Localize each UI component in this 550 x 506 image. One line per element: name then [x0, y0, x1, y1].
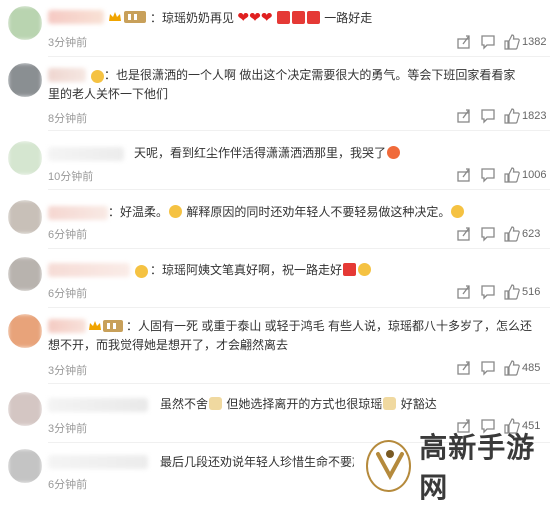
comment-text: ：人固有一死 或重于泰山 或轻于鸿毛 有些人说，琼瑶都八十多岁了，怎么还想不开，… [48, 319, 533, 352]
like-icon[interactable] [504, 34, 520, 50]
username-blurred[interactable] [48, 398, 148, 412]
share-icon[interactable] [456, 360, 472, 376]
level-badge-icon [124, 11, 146, 23]
username-blurred[interactable] [48, 263, 130, 277]
like-icon[interactable] [504, 226, 520, 242]
comment-item: ：琼瑶阿姨文笔真好啊，祝一路走好 6分钟前 516 [0, 249, 550, 304]
comment-text: ：也是很潇洒的一个人啊 做出这个决定需要很大的勇气。等会下班回家看看家里的老人关… [48, 68, 516, 101]
like-icon[interactable] [504, 284, 520, 300]
like-count: 1006 [522, 169, 547, 181]
dog-face-icon [383, 397, 397, 410]
comment-text: ：琼瑶阿姨文笔真好啊，祝一路走好 [150, 261, 520, 280]
like-icon[interactable] [504, 167, 520, 183]
tearful-face-icon [358, 263, 372, 276]
comment-item: 天呢，看到红尘作伴活得潇潇洒洒那里，我哭了 10分钟前 1006 [0, 131, 550, 186]
timestamp: 3分钟前 [48, 365, 88, 377]
comment-text: 最后几段还劝说年轻人珍惜生命不要放弃 [160, 455, 354, 469]
like-count: 623 [522, 228, 541, 240]
comment-icon[interactable] [480, 226, 496, 242]
comment-icon[interactable] [480, 360, 496, 376]
watermark: 高新手游网 [366, 431, 544, 504]
avatar[interactable] [8, 449, 42, 483]
crying-face-icon [387, 146, 401, 159]
timestamp: 10分钟前 [48, 171, 94, 183]
username-blurred[interactable] [48, 206, 108, 220]
comment-icon[interactable] [480, 167, 496, 183]
vip-crown-icon [109, 12, 121, 21]
share-icon[interactable] [456, 226, 472, 242]
timestamp: 8分钟前 [48, 113, 88, 125]
watermark-logo-icon [366, 440, 412, 492]
avatar[interactable] [8, 141, 42, 175]
candle-icon [343, 263, 357, 276]
avatar[interactable] [8, 6, 42, 40]
heart-icon: ❤ [237, 9, 250, 25]
comment-icon[interactable] [480, 108, 496, 124]
comment-text: ：好温柔。 解释原因的同时还劝年轻人不要轻易做这种决定。 [108, 203, 520, 222]
comment-item: ：琼瑶奶奶再见 ❤❤❤ 一路好走 3分钟前 1382 [0, 0, 550, 55]
timestamp: 3分钟前 [48, 37, 88, 49]
dog-face-icon [209, 397, 223, 410]
timestamp: 6分钟前 [48, 288, 88, 300]
avatar[interactable] [8, 200, 42, 234]
share-icon[interactable] [456, 34, 472, 50]
like-icon[interactable] [504, 108, 520, 124]
like-count: 1823 [522, 110, 547, 122]
username-blurred[interactable] [48, 455, 148, 469]
like-count: 516 [522, 286, 541, 298]
timestamp: 6分钟前 [48, 229, 88, 241]
share-icon[interactable] [456, 108, 472, 124]
heart-icon: ❤ [249, 9, 261, 25]
share-icon[interactable] [456, 167, 472, 183]
avatar[interactable] [8, 314, 42, 348]
comment-text: 天呢，看到红尘作伴活得潇潇洒洒那里，我哭了 [134, 144, 520, 163]
timestamp: 3分钟前 [48, 423, 88, 435]
comment-item: ：人固有一死 或重于泰山 或轻于鸿毛 有些人说，琼瑶都八十多岁了，怎么还想不开，… [0, 308, 550, 380]
emoji-face-icon [169, 205, 183, 218]
avatar[interactable] [8, 392, 42, 426]
like-count: 1382 [522, 36, 547, 48]
timestamp: 6分钟前 [48, 479, 88, 491]
share-icon[interactable] [456, 284, 472, 300]
comment-item: ：好温柔。 解释原因的同时还劝年轻人不要轻易做这种决定。 6分钟前 623 [0, 190, 550, 245]
username-blurred[interactable] [48, 10, 104, 24]
like-count: 485 [522, 362, 541, 374]
comment-icon[interactable] [480, 284, 496, 300]
candle-icon [306, 11, 320, 24]
comment-text: ：琼瑶奶奶再见 ❤❤❤ 一路好走 [150, 9, 373, 25]
emoji-face-icon [451, 205, 465, 218]
comment-icon[interactable] [480, 34, 496, 50]
avatar[interactable] [8, 257, 42, 291]
candle-icon [276, 11, 290, 24]
comment-item: ：也是很潇洒的一个人啊 做出这个决定需要很大的勇气。等会下班回家看看家里的老人关… [0, 57, 550, 127]
like-icon[interactable] [504, 360, 520, 376]
watermark-text: 高新手游网 [419, 431, 536, 504]
comment-text: 虽然不舍 但她选择离开的方式也很琼瑶 好豁达 [160, 397, 437, 411]
candle-icon [291, 11, 305, 24]
emoji-face-icon [135, 265, 148, 278]
username-blurred[interactable] [48, 147, 124, 161]
avatar[interactable] [8, 63, 42, 97]
heart-icon: ❤ [260, 9, 273, 25]
